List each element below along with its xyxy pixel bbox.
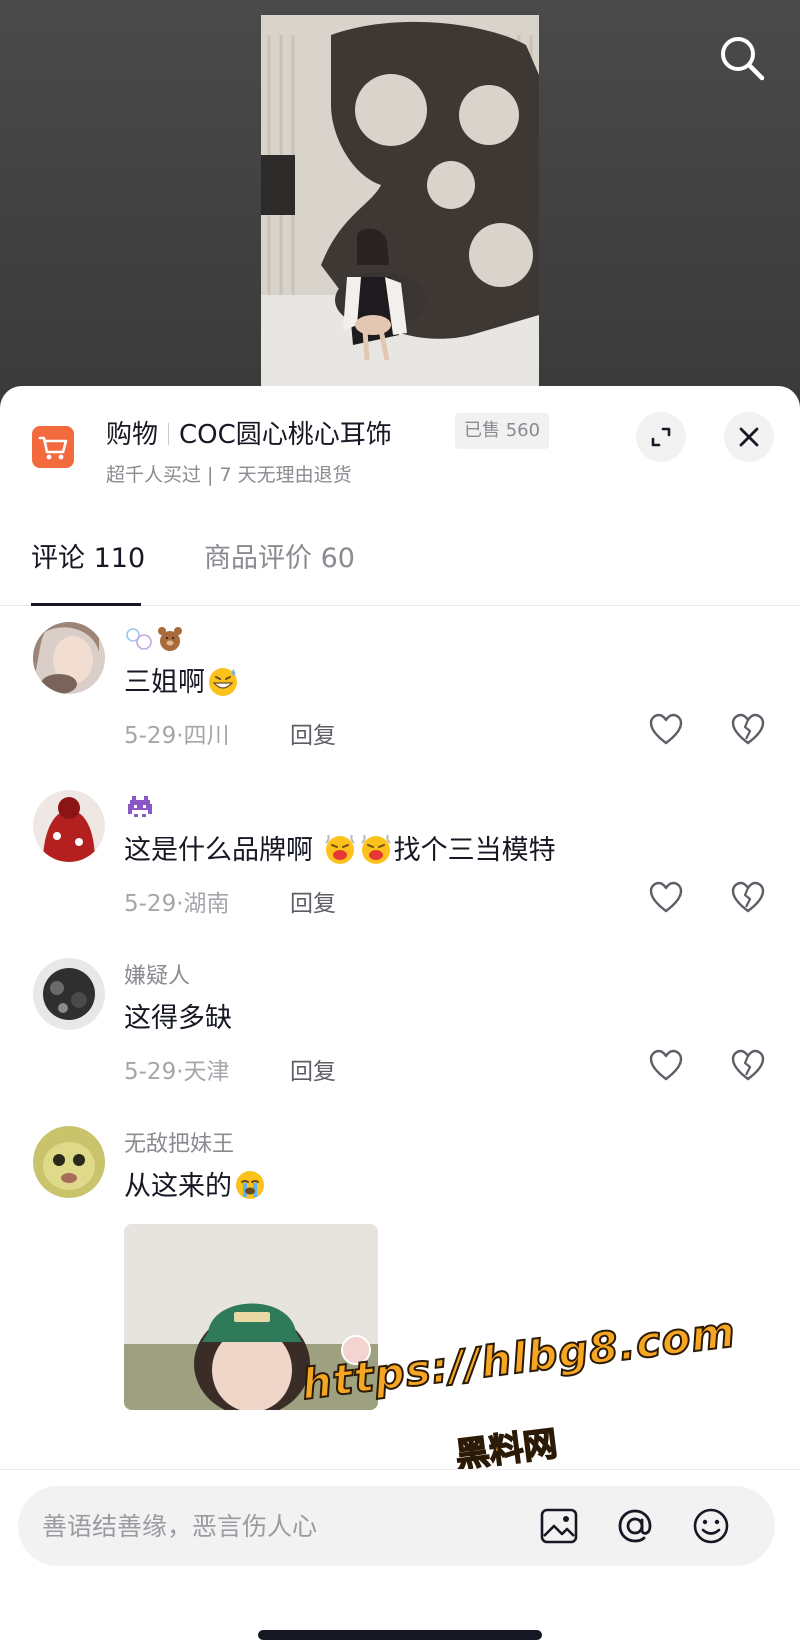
comment-meta: 5-29·四川 xyxy=(124,716,230,750)
comment-text: 这是什么品牌啊 找个三当模特 xyxy=(124,828,556,867)
close-button[interactable] xyxy=(724,412,774,462)
active-tab-indicator xyxy=(31,603,141,606)
heart-icon[interactable] xyxy=(648,712,684,748)
broken-heart-icon[interactable] xyxy=(730,880,766,916)
comment-item: 这是什么品牌啊 找个三当模特 5-29·湖南 回复 xyxy=(0,790,800,920)
avatar[interactable] xyxy=(33,622,105,694)
comment-body: 三姐啊 xyxy=(124,667,205,698)
avatar[interactable] xyxy=(33,958,105,1030)
comment-body: 这是什么品牌啊 xyxy=(124,835,313,866)
comment-author[interactable]: 无敌把妹王 xyxy=(124,1126,234,1158)
comment-item: 嫌疑人 这得多缺 5-29·天津 回复 xyxy=(0,958,800,1088)
search-icon[interactable] xyxy=(714,30,770,86)
broken-heart-icon[interactable] xyxy=(730,1048,766,1084)
comment-item: 三姐啊 5-29·四川 回复 xyxy=(0,622,800,752)
comment-text: 从这来的 xyxy=(124,1164,268,1203)
comment-sheet: 购物 COC圆心桃心耳饰 已售 560 超千人买过 | 7 天无理由退货 评论 1… xyxy=(0,386,800,1651)
comment-date: 5-29 xyxy=(124,723,177,749)
comment-meta: 5-29·湖南 xyxy=(124,884,230,918)
bubbles-teddy-bear-icon xyxy=(126,627,182,651)
tab-comments[interactable]: 评论 110 xyxy=(31,536,145,575)
video-scene xyxy=(261,15,539,400)
comment-input-bar xyxy=(0,1469,800,1651)
title-divider xyxy=(168,423,170,445)
comment-meta: 5-29·天津 xyxy=(124,1052,230,1086)
comment-body: 从这来的 xyxy=(124,1171,232,1202)
comment-text: 三姐啊 xyxy=(124,660,241,699)
grin-sweat-emoji xyxy=(209,668,237,696)
reply-button[interactable]: 回复 xyxy=(290,716,336,750)
comment-text: 这得多缺 xyxy=(124,1003,232,1034)
comment-item: 无敌把妹王 从这来的 xyxy=(0,1126,800,1466)
mention-icon[interactable] xyxy=(614,1505,656,1547)
meta-separator: · xyxy=(176,723,184,749)
product-subtitle: 超千人买过 | 7 天无理由退货 xyxy=(106,464,352,486)
steam-face-emoji xyxy=(324,834,355,864)
sold-count-badge: 已售 560 xyxy=(455,413,550,449)
image-icon[interactable] xyxy=(538,1505,580,1547)
comment-date: 5-29 xyxy=(124,891,177,917)
expand-button[interactable] xyxy=(636,412,686,462)
meta-separator: · xyxy=(176,1059,184,1085)
expand-icon xyxy=(651,427,671,447)
comment-author[interactable] xyxy=(124,790,156,828)
alien-monster-icon xyxy=(128,796,152,817)
avatar[interactable] xyxy=(33,1126,105,1198)
shop-category: 购物 xyxy=(106,420,159,450)
tab-product-reviews[interactable]: 商品评价 60 xyxy=(204,536,355,575)
comment-location: 四川 xyxy=(183,723,230,749)
comment-date: 5-29 xyxy=(124,1059,177,1085)
reply-button[interactable]: 回复 xyxy=(290,1052,336,1086)
home-indicator xyxy=(258,1630,542,1640)
comment-attached-image[interactable] xyxy=(124,1224,378,1410)
crying-face-emoji xyxy=(236,1171,264,1199)
heart-icon[interactable] xyxy=(648,1048,684,1084)
steam-face-emoji xyxy=(360,834,391,864)
broken-heart-icon[interactable] xyxy=(730,712,766,748)
comment-input-container[interactable] xyxy=(18,1486,775,1566)
video-thumbnail[interactable] xyxy=(261,15,539,400)
product-header[interactable]: 购物 COC圆心桃心耳饰 已售 560 超千人买过 | 7 天无理由退货 xyxy=(0,386,800,496)
heart-icon[interactable] xyxy=(648,880,684,916)
comment-author[interactable]: 嫌疑人 xyxy=(124,958,190,990)
emoji-icon[interactable] xyxy=(690,1505,732,1547)
tab-bar: 评论 110 商品评价 60 xyxy=(0,506,800,606)
meta-separator: · xyxy=(176,891,184,917)
product-title-line[interactable]: 购物 COC圆心桃心耳饰 xyxy=(106,414,392,451)
comment-location: 天津 xyxy=(183,1059,230,1085)
product-title: COC圆心桃心耳饰 xyxy=(179,420,392,450)
comment-body-continued: 找个三当模特 xyxy=(393,835,556,866)
attached-photo xyxy=(124,1224,378,1410)
reply-button[interactable]: 回复 xyxy=(290,884,336,918)
close-icon xyxy=(739,427,759,447)
comment-input[interactable] xyxy=(42,1486,522,1566)
shopping-cart-icon xyxy=(32,426,74,468)
avatar[interactable] xyxy=(33,790,105,862)
comment-author[interactable] xyxy=(124,622,188,660)
comment-location: 湖南 xyxy=(183,891,230,917)
